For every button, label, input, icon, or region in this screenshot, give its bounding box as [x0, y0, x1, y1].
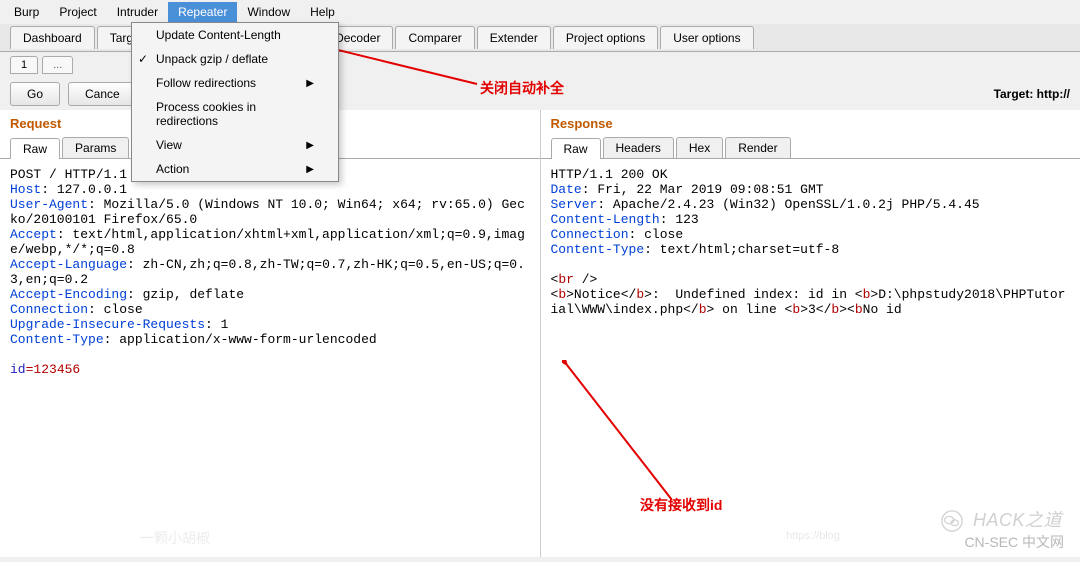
chevron-right-icon: ▶	[306, 140, 314, 151]
response-title: Response	[541, 110, 1080, 137]
tab-comparer[interactable]: Comparer	[395, 26, 474, 49]
dd-update-content-length[interactable]: Update Content-Length	[132, 23, 338, 47]
go-button[interactable]: Go	[10, 82, 60, 106]
menu-help[interactable]: Help	[300, 2, 345, 22]
chevron-right-icon: ▶	[306, 164, 314, 175]
tab-extender[interactable]: Extender	[477, 26, 551, 49]
hack-watermark: HACK之道	[941, 506, 1062, 532]
blog-watermark: https://blog	[786, 530, 840, 542]
mini-tab-1[interactable]: 1	[10, 56, 38, 74]
menu-burp[interactable]: Burp	[4, 2, 49, 22]
dd-unpack-gzip[interactable]: ✓ Unpack gzip / deflate	[132, 47, 338, 71]
tab-project-options[interactable]: Project options	[553, 26, 658, 49]
tab-user-options[interactable]: User options	[660, 26, 753, 49]
cancel-button[interactable]: Cance	[68, 82, 137, 106]
res-tab-headers[interactable]: Headers	[603, 137, 674, 158]
dd-action[interactable]: Action ▶	[132, 157, 338, 181]
menu-project[interactable]: Project	[49, 2, 106, 22]
menu-intruder[interactable]: Intruder	[107, 2, 168, 22]
annotation-top: 关闭自动补全	[480, 78, 564, 98]
req-tab-params[interactable]: Params	[62, 137, 129, 158]
res-tab-hex[interactable]: Hex	[676, 137, 723, 158]
menu-window[interactable]: Window	[237, 2, 300, 22]
target-label: Target: http://	[994, 87, 1070, 101]
wechat-icon	[941, 510, 963, 532]
dd-process-cookies[interactable]: Process cookies in redirections	[132, 95, 338, 133]
check-icon: ✓	[138, 52, 148, 66]
tab-dashboard[interactable]: Dashboard	[10, 26, 95, 49]
response-panel: Response Raw Headers Hex Render HTTP/1.1…	[541, 110, 1080, 557]
chevron-right-icon: ▶	[306, 78, 314, 89]
response-tab-row: Raw Headers Hex Render	[541, 137, 1080, 159]
request-body[interactable]: POST / HTTP/1.1 Host: 127.0.0.1 User-Age…	[0, 159, 540, 557]
cnsec-watermark: CN-SEC 中文网	[964, 532, 1064, 552]
req-tab-raw[interactable]: Raw	[10, 138, 60, 159]
mini-tab-add[interactable]: ...	[42, 56, 73, 74]
res-tab-render[interactable]: Render	[725, 137, 790, 158]
menubar: Burp Project Intruder Repeater Window He…	[0, 0, 1080, 24]
dd-follow-redirections[interactable]: Follow redirections ▶	[132, 71, 338, 95]
response-body[interactable]: HTTP/1.1 200 OK Date: Fri, 22 Mar 2019 0…	[541, 159, 1080, 557]
author-watermark: 一颗小胡椒	[140, 528, 210, 548]
dd-view[interactable]: View ▶	[132, 133, 338, 157]
repeater-dropdown: Update Content-Length ✓ Unpack gzip / de…	[131, 22, 339, 182]
menu-repeater[interactable]: Repeater	[168, 2, 237, 22]
res-tab-raw[interactable]: Raw	[551, 138, 601, 159]
annotation-bottom: 没有接收到id	[640, 495, 722, 515]
